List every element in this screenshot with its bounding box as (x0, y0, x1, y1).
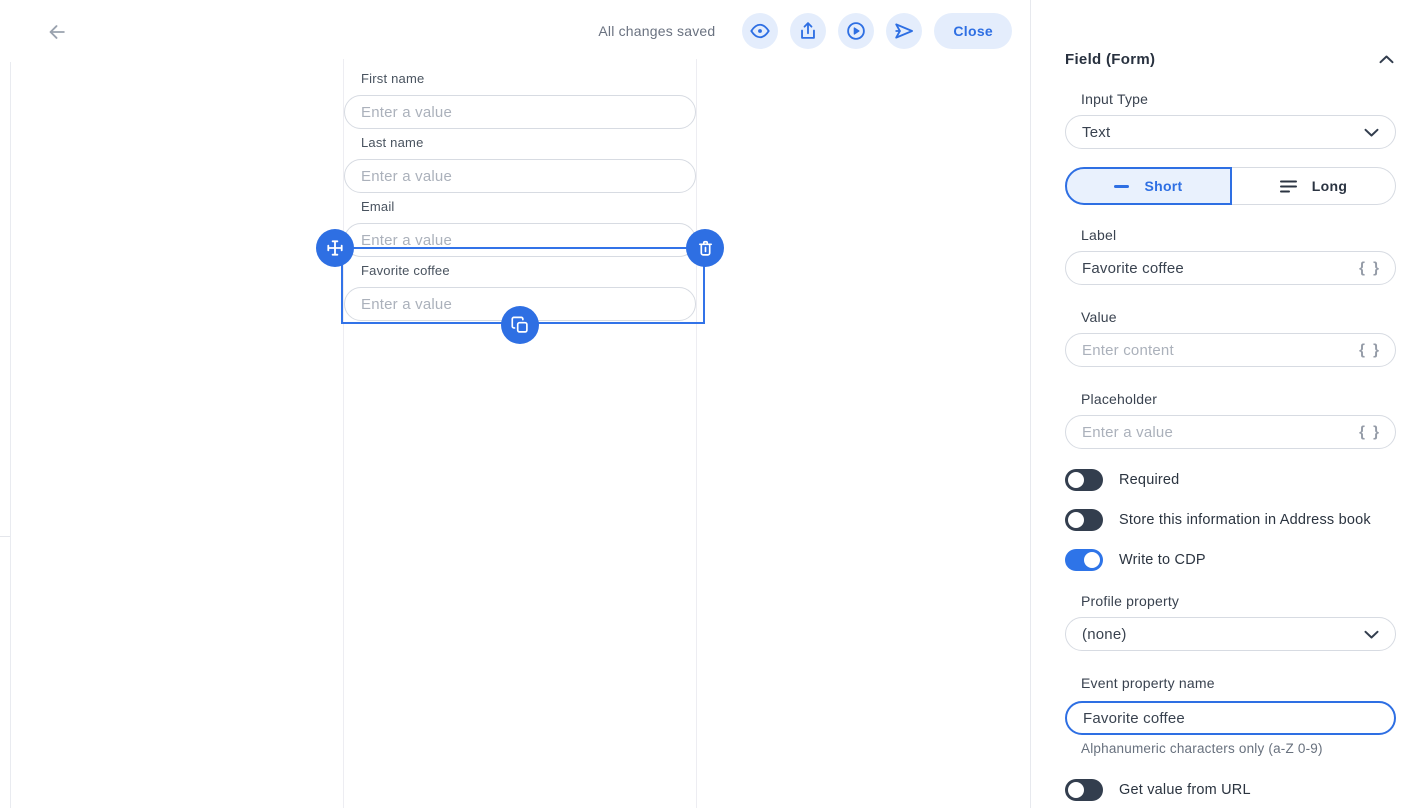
value-input[interactable] (1065, 333, 1396, 367)
form-field-last-name[interactable]: Last name (344, 135, 696, 193)
close-button[interactable]: Close (934, 13, 1012, 49)
arrow-left-icon (46, 21, 68, 43)
required-toggle-row: Required (1065, 469, 1396, 491)
profile-property-label: Profile property (1081, 593, 1396, 609)
chevron-down-icon (1364, 128, 1379, 137)
placeholder-field-label: Placeholder (1081, 391, 1396, 407)
duplicate-block-button[interactable] (501, 306, 539, 344)
profile-property-value: (none) (1082, 626, 1127, 643)
input-type-select[interactable]: Text (1065, 115, 1396, 149)
form-field-email[interactable]: Email (344, 199, 696, 257)
left-rail-tick (0, 536, 10, 537)
input-type-label: Input Type (1081, 91, 1396, 107)
field-input[interactable] (344, 159, 696, 193)
write-to-cdp-toggle[interactable] (1065, 549, 1103, 571)
segment-short-label: Short (1144, 178, 1182, 194)
address-book-toggle-row: Store this information in Address book (1065, 509, 1396, 531)
input-type-value: Text (1082, 124, 1110, 141)
workspace-left-divider (10, 8, 11, 808)
label-input[interactable] (1065, 251, 1396, 285)
personalization-braces-icon[interactable]: { } (1359, 424, 1381, 441)
get-value-from-url-toggle[interactable] (1065, 779, 1103, 801)
panel-title: Field (Form) (1065, 51, 1155, 68)
field-length-segmented-control: Short Long (1065, 167, 1396, 205)
field-input[interactable] (344, 95, 696, 129)
personalization-braces-icon[interactable]: { } (1359, 342, 1381, 359)
play-icon (845, 20, 867, 42)
top-toolbar: All changes saved Close (10, 0, 1030, 62)
play-button[interactable] (838, 13, 874, 49)
get-value-from-url-toggle-label: Get value from URL (1119, 782, 1251, 798)
segment-long-label: Long (1312, 178, 1347, 194)
upload-icon (797, 20, 819, 42)
minus-icon (1114, 185, 1129, 188)
preview-button[interactable] (742, 13, 778, 49)
send-test-button[interactable] (886, 13, 922, 49)
lines-icon (1280, 180, 1297, 193)
chevron-down-icon (1364, 630, 1379, 639)
placeholder-input[interactable] (1065, 415, 1396, 449)
required-toggle-label: Required (1119, 472, 1179, 488)
address-book-toggle-label: Store this information in Address book (1119, 512, 1371, 528)
event-property-name-label: Event property name (1081, 675, 1396, 691)
form-canvas[interactable]: First name Last name Email Favorite coff… (343, 59, 697, 808)
back-button[interactable] (44, 19, 70, 45)
event-property-name-input[interactable] (1065, 701, 1396, 735)
segment-short[interactable]: Short (1065, 167, 1232, 205)
field-label: Last name (361, 135, 696, 151)
copy-icon (510, 315, 531, 336)
value-field-label: Value (1081, 309, 1396, 325)
export-button[interactable] (790, 13, 826, 49)
personalization-braces-icon[interactable]: { } (1359, 260, 1381, 277)
get-value-from-url-toggle-row: Get value from URL (1065, 779, 1396, 801)
toggle-knob (1084, 552, 1100, 568)
address-book-toggle[interactable] (1065, 509, 1103, 531)
toolbar-actions: All changes saved Close (598, 13, 1012, 49)
label-field-label: Label (1081, 227, 1396, 243)
chevron-up-icon (1379, 55, 1394, 64)
trash-icon (695, 238, 716, 259)
save-status: All changes saved (598, 23, 715, 39)
event-property-helper-text: Alphanumeric characters only (a-Z 0-9) (1081, 741, 1396, 756)
required-toggle[interactable] (1065, 469, 1103, 491)
field-label: Email (361, 199, 696, 215)
field-label: Favorite coffee (361, 263, 696, 279)
move-icon (324, 237, 346, 259)
segment-long[interactable]: Long (1232, 167, 1396, 205)
send-icon (893, 20, 915, 42)
field-settings-panel: Field (Form) Input Type Text Short Long (1030, 0, 1423, 808)
move-block-button[interactable] (316, 229, 354, 267)
profile-property-select[interactable]: (none) (1065, 617, 1396, 651)
delete-block-button[interactable] (686, 229, 724, 267)
write-to-cdp-toggle-row: Write to CDP (1065, 549, 1396, 571)
field-input[interactable] (344, 223, 696, 257)
field-label: First name (361, 71, 696, 87)
write-to-cdp-toggle-label: Write to CDP (1119, 552, 1206, 568)
form-field-first-name[interactable]: First name (344, 71, 696, 129)
collapse-panel-button[interactable] (1377, 53, 1396, 66)
toggle-knob (1068, 512, 1084, 528)
eye-icon (749, 20, 771, 42)
toggle-knob (1068, 782, 1084, 798)
toggle-knob (1068, 472, 1084, 488)
